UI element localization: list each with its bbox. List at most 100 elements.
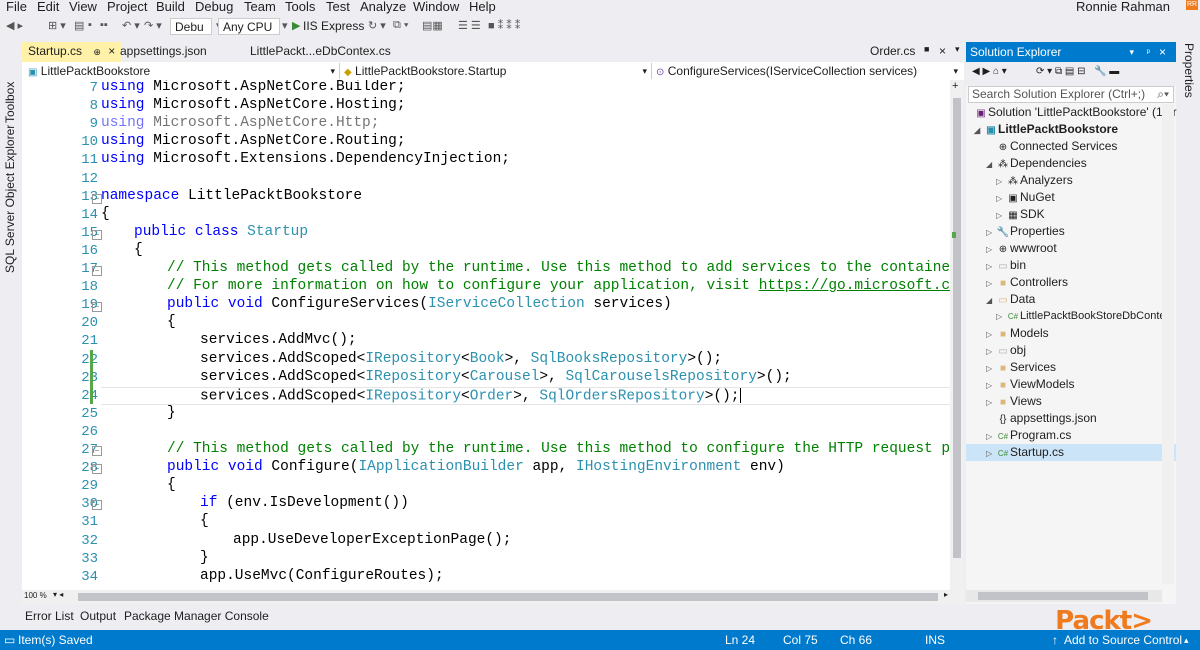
menu-test[interactable]: Test	[326, 0, 350, 14]
code-line[interactable]: services.AddScoped<IRepository<Book>, Sq…	[101, 351, 722, 367]
tree-item-dbcontext[interactable]: ▷ C# LittlePacktBookStoreDbConte	[996, 308, 1166, 325]
tree-item-sdk[interactable]: ▷ ▦ SDK	[996, 206, 1045, 223]
collapsed-icon[interactable]: ▷	[986, 241, 996, 258]
scrollbar-thumb[interactable]	[978, 592, 1148, 600]
project-dropdown[interactable]: ▣ LittlePacktBookstore ▾	[24, 63, 340, 79]
collapsed-icon[interactable]: ▷	[996, 190, 1006, 207]
layout-icon[interactable]: ▤▦	[422, 19, 443, 32]
scrollbar-thumb[interactable]	[78, 593, 938, 601]
run-button[interactable]: IIS Express	[303, 19, 364, 33]
code-line[interactable]: if (env.IsDevelopment())	[101, 495, 409, 511]
sql-server-object-explorer-tab[interactable]: SQL Server Object Explorer	[3, 125, 17, 273]
code-line[interactable]: }	[101, 405, 176, 421]
collapse-class-icon[interactable]: −	[92, 230, 102, 240]
code-line[interactable]: services.AddMvc();	[101, 332, 357, 348]
collapsed-icon[interactable]: ▷	[986, 326, 996, 343]
type-dropdown[interactable]: ◆ LittlePacktBookstore.Startup ▾	[340, 63, 652, 79]
tree-item-wwwroot[interactable]: ▷ ⊕ wwwroot	[986, 240, 1057, 257]
collapsed-icon[interactable]: ▷	[986, 275, 996, 292]
menu-tools[interactable]: Tools	[285, 0, 315, 14]
properties-tab[interactable]: Properties	[1182, 43, 1196, 98]
status-insert-mode[interactable]: INS	[925, 630, 945, 650]
status-column[interactable]: Col 75	[783, 630, 818, 650]
code-line[interactable]: using Microsoft.AspNetCore.Builder;	[101, 80, 406, 95]
tab-order-cs[interactable]: Order.cs	[870, 44, 915, 58]
save-icon[interactable]: ▪	[88, 19, 92, 31]
code-line[interactable]: using Microsoft.AspNetCore.Http;	[101, 115, 379, 131]
pin-icon[interactable]: ⊕	[93, 47, 101, 57]
menu-build[interactable]: Build	[156, 0, 185, 14]
tree-item-models[interactable]: ▷ ■ Models	[986, 325, 1049, 342]
platform-dropdown[interactable]: Any CPU	[218, 18, 280, 35]
chevron-down-icon[interactable]: ▾	[282, 19, 288, 32]
collapse-if-icon[interactable]: −	[92, 500, 102, 510]
pin-icon[interactable]: ᵖ	[1147, 42, 1150, 62]
status-line[interactable]: Ln 24	[725, 630, 755, 650]
save-all-icon[interactable]: ▪▪	[100, 19, 108, 31]
tree-item-solution[interactable]: ▣ Solution 'LittlePacktBookstore' (1 pr	[974, 104, 1176, 121]
code-line[interactable]: {	[101, 513, 209, 529]
back-icon[interactable]: ◀ ▸	[6, 19, 23, 32]
expanded-icon[interactable]: ◢	[974, 122, 984, 139]
collapsed-icon[interactable]: ▷	[996, 173, 1006, 190]
close-icon[interactable]: ×	[939, 44, 946, 58]
collapse-namespace-icon[interactable]: −	[92, 194, 102, 204]
tree-item-viewmodels[interactable]: ▷ ■ ViewModels	[986, 376, 1074, 393]
back-icon[interactable]: ◀ ▶ ⌂ ▾	[972, 66, 1007, 77]
collapse-comment-icon[interactable]: −	[92, 446, 102, 456]
code-line[interactable]: public void ConfigureServices(IServiceCo…	[101, 296, 672, 312]
collapse-method-icon[interactable]: −	[92, 302, 102, 312]
code-line[interactable]: app.UseDeveloperExceptionPage();	[101, 532, 511, 548]
code-line[interactable]: using Microsoft.AspNetCore.Routing;	[101, 133, 406, 149]
menu-team[interactable]: Team	[244, 0, 276, 14]
solution-search-input[interactable]: Search Solution Explorer (Ctrl+;) ⌕▾	[968, 86, 1174, 103]
code-line[interactable]: // For more information on how to config…	[101, 278, 964, 294]
code-line[interactable]: public void Configure(IApplicationBuilde…	[101, 459, 785, 475]
sync-icon[interactable]: ⟳ ▾ ⧉ ▤ ⊟	[1036, 66, 1085, 77]
chevron-down-icon[interactable]: ▾	[955, 44, 960, 55]
scroll-right-icon[interactable]: ▸	[944, 590, 948, 599]
close-icon[interactable]: ×	[1159, 42, 1166, 62]
code-editor[interactable]: 7891011121314151617181920212223242526272…	[22, 80, 964, 590]
member-dropdown[interactable]: ⊙ ConfigureServices(IServiceCollection s…	[652, 63, 962, 79]
code-line[interactable]: {	[101, 206, 110, 222]
code-line[interactable]: services.AddScoped<IRepository<Order>, S…	[101, 386, 964, 406]
tab-appsettings-json[interactable]: appsettings.json	[120, 44, 207, 58]
split-icon[interactable]: +	[952, 80, 958, 92]
chevron-down-icon[interactable]: ▾ ◂	[53, 590, 63, 599]
add-to-source-control-button[interactable]: Add to Source Control	[1064, 630, 1182, 650]
toolbox-tab[interactable]: Toolbox	[3, 82, 17, 123]
code-line[interactable]: {	[101, 477, 176, 493]
tab-package-manager-console[interactable]: Package Manager Console	[124, 609, 269, 623]
vertical-scrollbar[interactable]: +	[950, 80, 964, 590]
refresh-icon[interactable]: ↻ ▾	[368, 19, 386, 32]
toolbar-misc-icon[interactable]: ⧉ ▾	[393, 19, 409, 32]
pin-icon[interactable]: ■	[924, 44, 929, 54]
collapsed-icon[interactable]: ▷	[996, 308, 1006, 325]
expanded-icon[interactable]: ◢	[986, 292, 996, 309]
tree-item-appsettings[interactable]: {} appsettings.json	[996, 410, 1097, 427]
user-avatar[interactable]: RR	[1186, 0, 1198, 10]
new-project-icon[interactable]: ⊞ ▾	[48, 19, 66, 32]
menu-edit[interactable]: Edit	[37, 0, 59, 14]
tree-item-project[interactable]: ◢ ▣ LittlePacktBookstore	[974, 121, 1118, 138]
search-icon[interactable]: ⌕▾	[1157, 87, 1169, 102]
tree-item-bin[interactable]: ▷ ▭ bin	[986, 257, 1026, 274]
menu-help[interactable]: Help	[469, 0, 496, 14]
tab-output[interactable]: Output	[80, 609, 116, 623]
tree-item-nuget[interactable]: ▷ ▣ NuGet	[996, 189, 1055, 206]
code-line[interactable]: using Microsoft.AspNetCore.Hosting;	[101, 97, 406, 113]
collapsed-icon[interactable]: ▷	[986, 377, 996, 394]
menu-view[interactable]: View	[69, 0, 97, 14]
code-line[interactable]: // This method gets called by the runtim…	[101, 441, 964, 457]
solution-explorer-scrollbar[interactable]	[1162, 104, 1174, 584]
menu-analyze[interactable]: Analyze	[360, 0, 406, 14]
play-icon[interactable]: ▶	[292, 19, 300, 32]
open-file-icon[interactable]: ▤	[74, 19, 84, 32]
collapsed-icon[interactable]: ▷	[986, 360, 996, 377]
tree-item-connected-services[interactable]: ⊕ Connected Services	[996, 138, 1118, 155]
collapse-comment-icon[interactable]: −	[92, 266, 102, 276]
bookmark-icon[interactable]: ■ ⁑ ⁑ ⁑	[488, 19, 520, 32]
close-icon[interactable]: ×	[108, 44, 115, 58]
user-name[interactable]: Ronnie Rahman	[1076, 0, 1170, 14]
